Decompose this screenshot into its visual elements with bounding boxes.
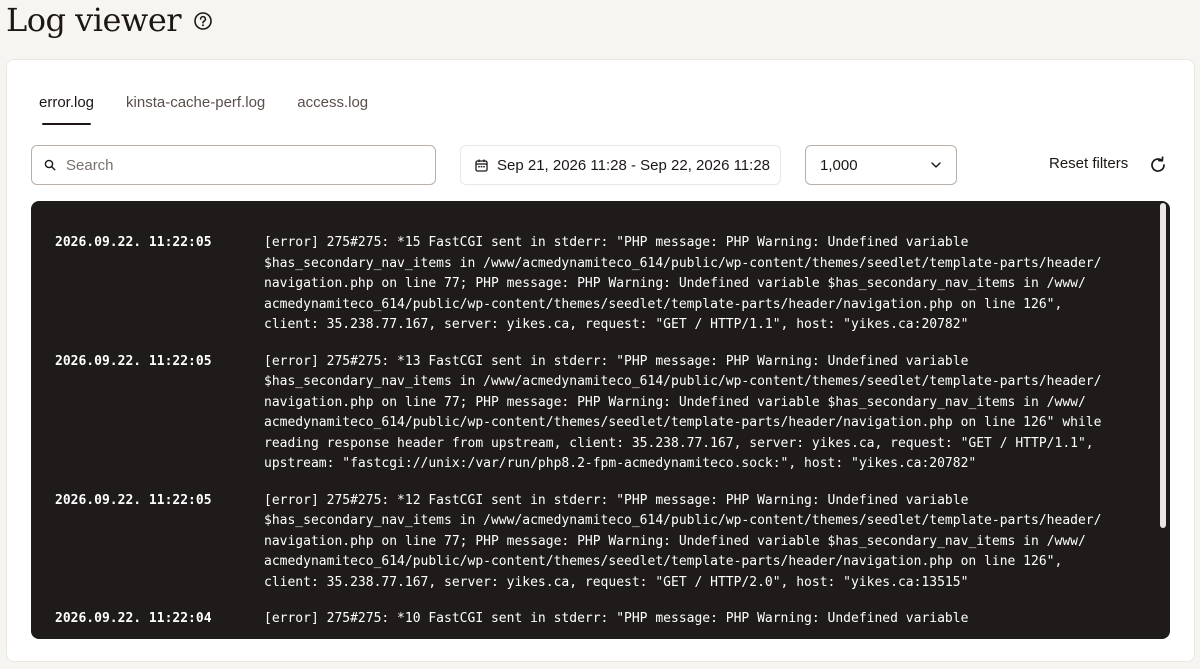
log-entry-list: 2026.09.22. 11:22:05 [error] 275#275: *1…: [55, 233, 1130, 639]
log-timestamp: 2026.09.22. 11:22:05: [55, 492, 212, 508]
log-message: [error] 275#275: *10 FastCGI sent in std…: [264, 611, 969, 626]
log-timestamp: 2026.09.22. 11:22:05: [55, 353, 212, 369]
log-entry: 2026.09.22. 11:22:04 [error] 275#275: *1…: [55, 609, 1130, 630]
log-entry: 2026.09.22. 11:22:05 [error] 275#275: *1…: [55, 352, 1130, 475]
log-scrollbar[interactable]: [1160, 203, 1166, 528]
log-message: [error] 275#275: *12 FastCGI sent in std…: [264, 492, 1102, 590]
chevron-down-icon: [930, 161, 942, 169]
reset-filters-button[interactable]: Reset filters: [1049, 155, 1128, 172]
calendar-icon: [475, 159, 488, 172]
page-header: Log viewer: [6, 0, 213, 40]
log-timestamp: 2026.09.22. 11:22:05: [55, 235, 212, 250]
help-circle-icon[interactable]: [193, 11, 213, 31]
date-range-value: Sep 21, 2026 11:28 - Sep 22, 2026 11:28: [497, 156, 771, 174]
log-output-panel[interactable]: 2026.09.22. 11:22:05 [error] 275#275: *1…: [31, 201, 1170, 639]
log-message: [error] 275#275: *15 FastCGI sent in std…: [264, 235, 1102, 332]
refresh-icon[interactable]: [1148, 155, 1168, 175]
row-limit-select[interactable]: 1,000: [805, 145, 957, 185]
tab-error-log[interactable]: error.log: [39, 94, 94, 125]
log-timestamp: 2026.09.22. 11:22:04: [55, 611, 212, 626]
tab-kinsta-cache-perf-log[interactable]: kinsta-cache-perf.log: [126, 94, 265, 125]
search-input[interactable]: [66, 156, 406, 174]
log-file-tabs: error.log kinsta-cache-perf.log access.l…: [39, 94, 368, 125]
search-field[interactable]: [31, 145, 436, 185]
log-entry: 2026.09.22. 11:22:05 [error] 275#275: *1…: [55, 233, 1130, 336]
tab-access-log[interactable]: access.log: [297, 94, 368, 125]
row-limit-value: 1,000: [820, 156, 858, 174]
date-range-picker[interactable]: Sep 21, 2026 11:28 - Sep 22, 2026 11:28: [460, 145, 781, 185]
log-viewer-card: error.log kinsta-cache-perf.log access.l…: [6, 59, 1195, 662]
page-title: Log viewer: [6, 1, 182, 39]
search-icon: [44, 159, 56, 171]
log-entry: 2026.09.22. 11:22:05 [error] 275#275: *1…: [55, 491, 1130, 594]
log-message: [error] 275#275: *13 FastCGI sent in std…: [264, 353, 1102, 472]
